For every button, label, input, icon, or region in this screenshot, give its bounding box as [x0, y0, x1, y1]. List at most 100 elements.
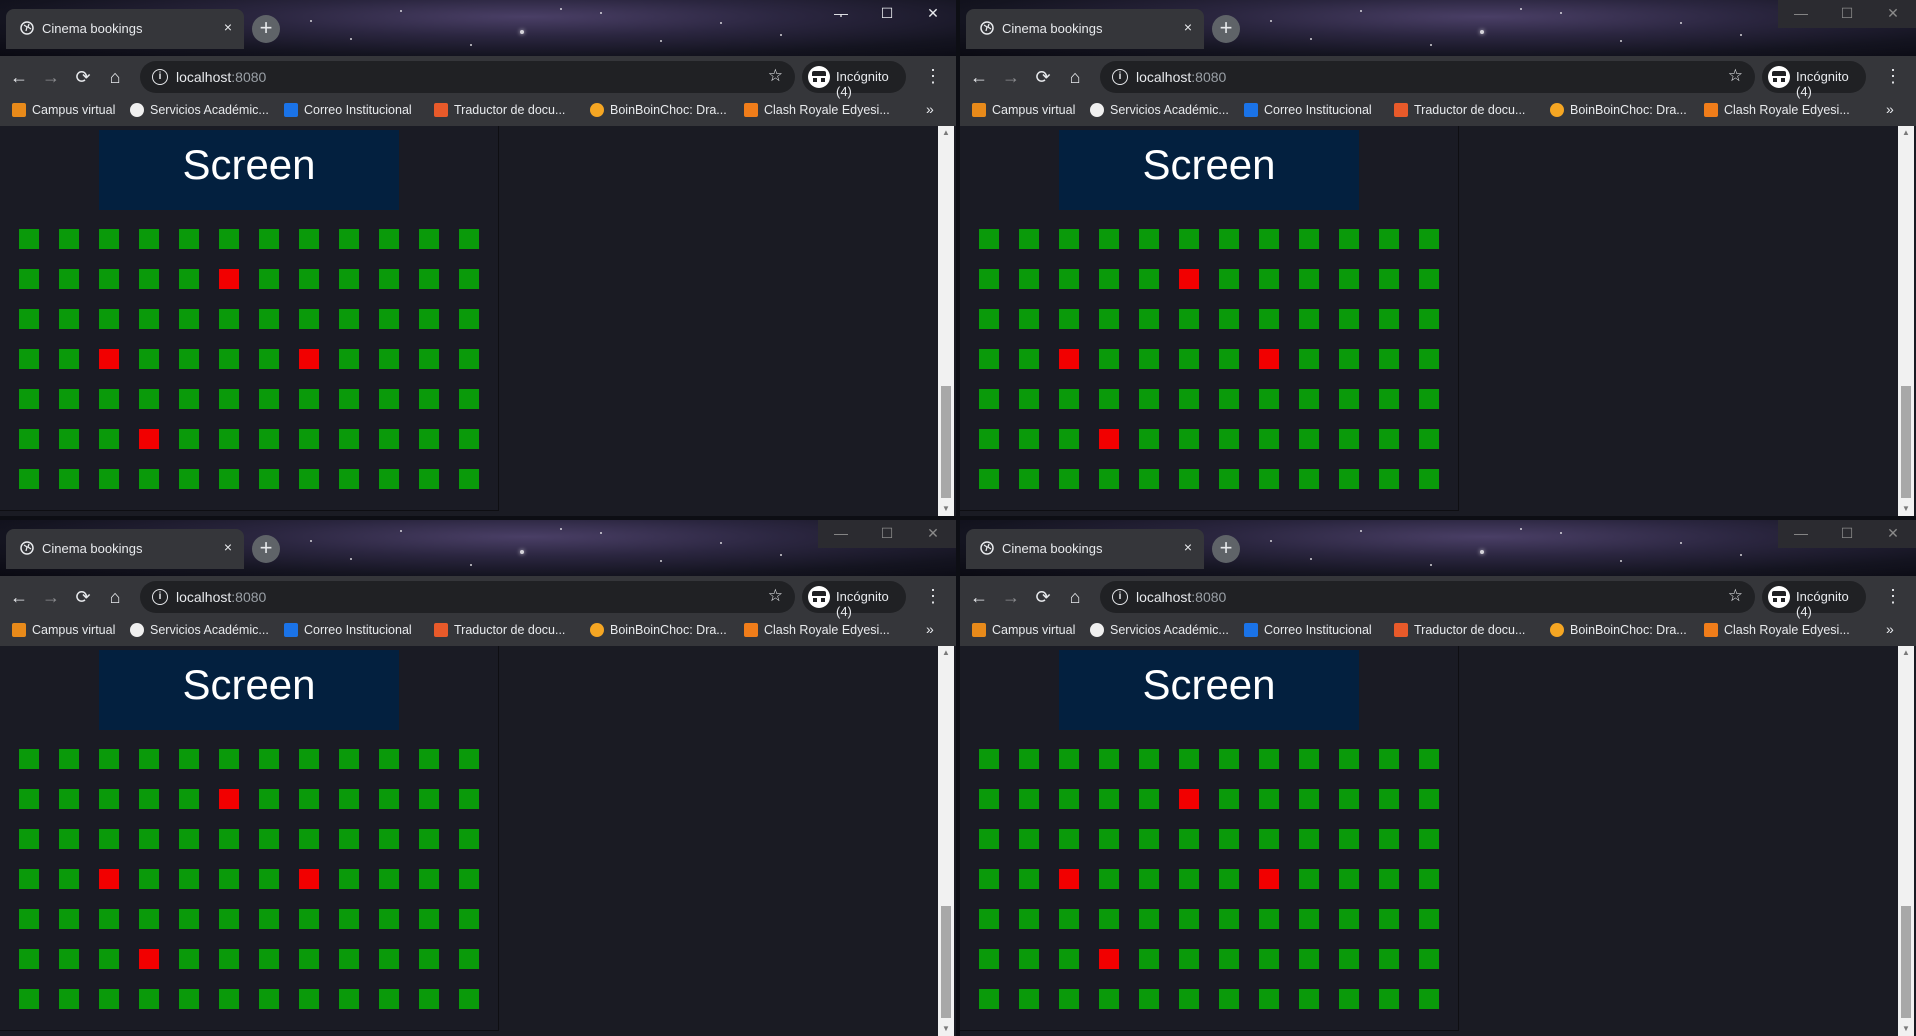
seat-available[interactable]: [339, 909, 359, 929]
seat-available[interactable]: [139, 269, 159, 289]
seat-available[interactable]: [59, 789, 79, 809]
bookmark-item[interactable]: Campus virtual: [972, 623, 1075, 637]
star-icon[interactable]: ☆: [1728, 66, 1743, 86]
bookmark-item[interactable]: Traductor de docu...: [434, 623, 565, 637]
seat-available[interactable]: [379, 389, 399, 409]
seat-available[interactable]: [259, 829, 279, 849]
seat-available[interactable]: [219, 949, 239, 969]
bookmark-item[interactable]: BoinBoinChoc: Dra...: [1550, 623, 1687, 637]
seat-available[interactable]: [179, 309, 199, 329]
seat-available[interactable]: [1139, 829, 1159, 849]
seat-available[interactable]: [979, 749, 999, 769]
info-icon[interactable]: i: [152, 69, 168, 85]
seat-available[interactable]: [1419, 229, 1439, 249]
seat-available[interactable]: [139, 389, 159, 409]
seat-available[interactable]: [1019, 469, 1039, 489]
seat-available[interactable]: [99, 789, 119, 809]
seat-available[interactable]: [1259, 909, 1279, 929]
arrow-left-icon[interactable]: ←: [8, 586, 30, 608]
seat-available[interactable]: [979, 469, 999, 489]
seat-available[interactable]: [179, 869, 199, 889]
seat-available[interactable]: [219, 749, 239, 769]
seat-available[interactable]: [979, 429, 999, 449]
bookmark-item[interactable]: Traductor de docu...: [1394, 623, 1525, 637]
seat-available[interactable]: [1339, 269, 1359, 289]
bookmark-item[interactable]: Campus virtual: [972, 103, 1075, 117]
seat-available[interactable]: [1139, 749, 1159, 769]
seat-available[interactable]: [379, 229, 399, 249]
seat-available[interactable]: [59, 909, 79, 929]
address-bar[interactable]: i localhost:8080 ☆: [140, 581, 795, 613]
seat-available[interactable]: [19, 989, 39, 1009]
seat-available[interactable]: [1339, 229, 1359, 249]
seat-available[interactable]: [99, 949, 119, 969]
seat-available[interactable]: [139, 909, 159, 929]
seat-available[interactable]: [1099, 229, 1119, 249]
seat-available[interactable]: [379, 989, 399, 1009]
kebab-menu-icon[interactable]: ⋮: [1884, 61, 1902, 91]
seat-available[interactable]: [339, 949, 359, 969]
seat-available[interactable]: [1299, 389, 1319, 409]
seat-available[interactable]: [419, 389, 439, 409]
arrow-left-icon[interactable]: ←: [8, 66, 30, 88]
seat-available[interactable]: [1219, 389, 1239, 409]
seat-available[interactable]: [459, 949, 479, 969]
seat-available[interactable]: [259, 749, 279, 769]
seat-available[interactable]: [1379, 749, 1399, 769]
seat-available[interactable]: [979, 309, 999, 329]
seat-available[interactable]: [99, 309, 119, 329]
seat-available[interactable]: [339, 309, 359, 329]
seat-available[interactable]: [1339, 789, 1359, 809]
bookmark-item[interactable]: Correo Institucional: [284, 623, 412, 637]
bookmarks-overflow-button[interactable]: »: [1886, 621, 1894, 637]
seat-available[interactable]: [459, 309, 479, 329]
home-icon[interactable]: ⌂: [104, 586, 126, 608]
arrow-left-icon[interactable]: ←: [968, 586, 990, 608]
seat-available[interactable]: [339, 749, 359, 769]
seat-available[interactable]: [139, 349, 159, 369]
scrollbar-thumb[interactable]: [941, 386, 951, 498]
scroll-up-icon[interactable]: ▲: [1898, 126, 1914, 140]
seat-available[interactable]: [139, 989, 159, 1009]
seat-available[interactable]: [99, 909, 119, 929]
seat-available[interactable]: [419, 309, 439, 329]
seat-available[interactable]: [1379, 469, 1399, 489]
tab-cinema-bookings[interactable]: Cinema bookings ×: [966, 9, 1204, 49]
scroll-up-icon[interactable]: ▲: [938, 126, 954, 140]
seat-available[interactable]: [339, 829, 359, 849]
seat-available[interactable]: [979, 229, 999, 249]
seat-available[interactable]: [59, 869, 79, 889]
seat-available[interactable]: [1339, 429, 1359, 449]
seat-available[interactable]: [59, 229, 79, 249]
seat-available[interactable]: [219, 309, 239, 329]
seat-available[interactable]: [1099, 989, 1119, 1009]
star-icon[interactable]: ☆: [768, 586, 783, 606]
seat-available[interactable]: [1139, 269, 1159, 289]
bookmark-item[interactable]: Servicios Académic...: [130, 103, 269, 117]
seat-available[interactable]: [1299, 269, 1319, 289]
seat-available[interactable]: [1259, 269, 1279, 289]
seat-available[interactable]: [1299, 749, 1319, 769]
bookmark-item[interactable]: BoinBoinChoc: Dra...: [1550, 103, 1687, 117]
seat-available[interactable]: [1419, 469, 1439, 489]
address-bar[interactable]: i localhost:8080 ☆: [1100, 581, 1755, 613]
seat-available[interactable]: [1059, 389, 1079, 409]
bookmark-item[interactable]: Correo Institucional: [1244, 623, 1372, 637]
seat-available[interactable]: [1419, 989, 1439, 1009]
seat-available[interactable]: [339, 229, 359, 249]
seat-available[interactable]: [459, 869, 479, 889]
seat-available[interactable]: [379, 349, 399, 369]
seat-available[interactable]: [1059, 989, 1079, 1009]
seat-available[interactable]: [379, 429, 399, 449]
seat-available[interactable]: [339, 469, 359, 489]
seat-available[interactable]: [299, 429, 319, 449]
seat-available[interactable]: [259, 429, 279, 449]
seat-available[interactable]: [1139, 469, 1159, 489]
seat-available[interactable]: [1419, 349, 1439, 369]
seat-available[interactable]: [179, 349, 199, 369]
kebab-menu-icon[interactable]: ⋮: [924, 581, 942, 611]
seat-available[interactable]: [259, 949, 279, 969]
seat-available[interactable]: [1339, 349, 1359, 369]
seat-available[interactable]: [419, 269, 439, 289]
seat-available[interactable]: [1259, 389, 1279, 409]
